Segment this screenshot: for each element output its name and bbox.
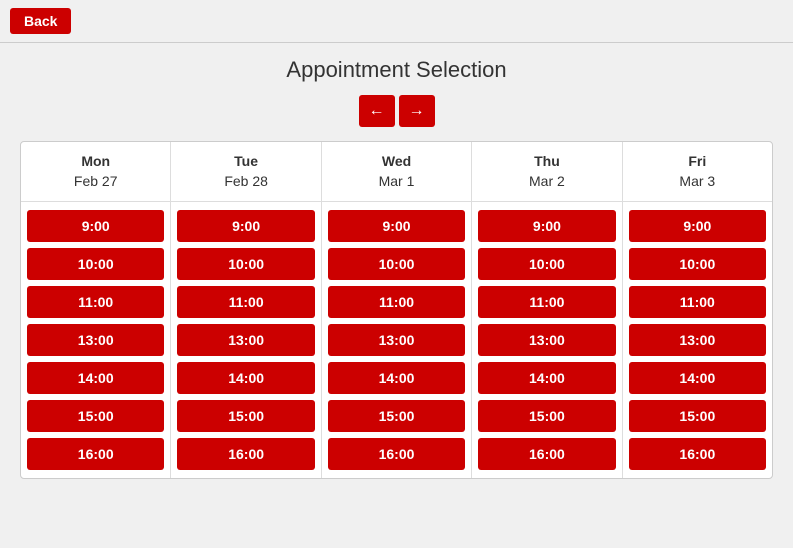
page-title: Appointment Selection: [286, 57, 506, 83]
time-btn-thu-1600[interactable]: 16:00: [478, 438, 615, 470]
time-btn-mon-900[interactable]: 9:00: [27, 210, 164, 242]
time-btn-wed-1600[interactable]: 16:00: [328, 438, 465, 470]
time-btn-mon-1400[interactable]: 14:00: [27, 362, 164, 394]
day-column-fri: FriMar 3 9:00 10:00 11:00 13:00 14:00 15:00 16:…: [623, 142, 772, 478]
day-column-wed: WedMar 1 9:00 10:00 11:00 13:00 14:00 15:00 16:…: [322, 142, 472, 478]
time-btn-thu-1000[interactable]: 10:00: [478, 248, 615, 280]
day-header-wed: WedMar 1: [322, 142, 471, 202]
time-btn-wed-1400[interactable]: 14:00: [328, 362, 465, 394]
time-btn-thu-1400[interactable]: 14:00: [478, 362, 615, 394]
time-btn-mon-1500[interactable]: 15:00: [27, 400, 164, 432]
time-btn-wed-1100[interactable]: 11:00: [328, 286, 465, 318]
calendar-grid: MonFeb 279:0010:0011:0013:0014:0015:0016…: [20, 141, 773, 479]
time-btn-wed-900[interactable]: 9:00: [328, 210, 465, 242]
day-column-mon: MonFeb 27 9:00 10:00 11:00 13:00 14:00 15:00 16…: [21, 142, 171, 478]
day-header-tue: TueFeb 28: [171, 142, 320, 202]
back-button[interactable]: Back: [10, 8, 71, 34]
time-btn-fri-1600[interactable]: 16:00: [629, 438, 766, 470]
time-btn-thu-1300[interactable]: 13:00: [478, 324, 615, 356]
time-btn-fri-1300[interactable]: 13:00: [629, 324, 766, 356]
time-slots-tue: 9:00 10:00 11:00 13:00 14:00 15:00 16:00: [171, 202, 320, 478]
time-btn-wed-1000[interactable]: 10:00: [328, 248, 465, 280]
time-btn-tue-1600[interactable]: 16:00: [177, 438, 314, 470]
time-slots-thu: 9:00 10:00 11:00 13:00 14:00 15:00 16:00: [472, 202, 621, 478]
time-btn-tue-900[interactable]: 9:00: [177, 210, 314, 242]
time-btn-tue-1300[interactable]: 13:00: [177, 324, 314, 356]
day-column-thu: ThuMar 2 9:00 10:00 11:00 13:00 14:00 15:00 16:…: [472, 142, 622, 478]
time-slots-fri: 9:00 10:00 11:00 13:00 14:00 15:00 16:00: [623, 202, 772, 478]
time-btn-mon-1100[interactable]: 11:00: [27, 286, 164, 318]
time-btn-mon-1300[interactable]: 13:00: [27, 324, 164, 356]
time-btn-tue-1500[interactable]: 15:00: [177, 400, 314, 432]
time-btn-mon-1600[interactable]: 16:00: [27, 438, 164, 470]
day-header-thu: ThuMar 2: [472, 142, 621, 202]
time-btn-tue-1400[interactable]: 14:00: [177, 362, 314, 394]
day-header-mon: MonFeb 27: [21, 142, 170, 202]
time-slots-mon: 9:00 10:00 11:00 13:00 14:00 15:00 16:00: [21, 202, 170, 478]
main-content: Appointment Selection ← → MonFeb 279:001…: [0, 43, 793, 548]
time-btn-tue-1000[interactable]: 10:00: [177, 248, 314, 280]
time-btn-mon-1000[interactable]: 10:00: [27, 248, 164, 280]
time-btn-thu-1500[interactable]: 15:00: [478, 400, 615, 432]
time-btn-fri-900[interactable]: 9:00: [629, 210, 766, 242]
time-slots-wed: 9:00 10:00 11:00 13:00 14:00 15:00 16:00: [322, 202, 471, 478]
day-column-tue: TueFeb 28 9:00 10:00 11:00 13:00 14:00 15:00 16…: [171, 142, 321, 478]
time-btn-fri-1100[interactable]: 11:00: [629, 286, 766, 318]
top-bar: Back: [0, 0, 793, 43]
nav-arrows: ← →: [359, 95, 435, 127]
time-btn-thu-1100[interactable]: 11:00: [478, 286, 615, 318]
prev-week-button[interactable]: ←: [359, 95, 395, 127]
time-btn-tue-1100[interactable]: 11:00: [177, 286, 314, 318]
next-week-button[interactable]: →: [399, 95, 435, 127]
time-btn-wed-1300[interactable]: 13:00: [328, 324, 465, 356]
time-btn-wed-1500[interactable]: 15:00: [328, 400, 465, 432]
time-btn-fri-1000[interactable]: 10:00: [629, 248, 766, 280]
time-btn-thu-900[interactable]: 9:00: [478, 210, 615, 242]
time-btn-fri-1500[interactable]: 15:00: [629, 400, 766, 432]
day-header-fri: FriMar 3: [623, 142, 772, 202]
time-btn-fri-1400[interactable]: 14:00: [629, 362, 766, 394]
